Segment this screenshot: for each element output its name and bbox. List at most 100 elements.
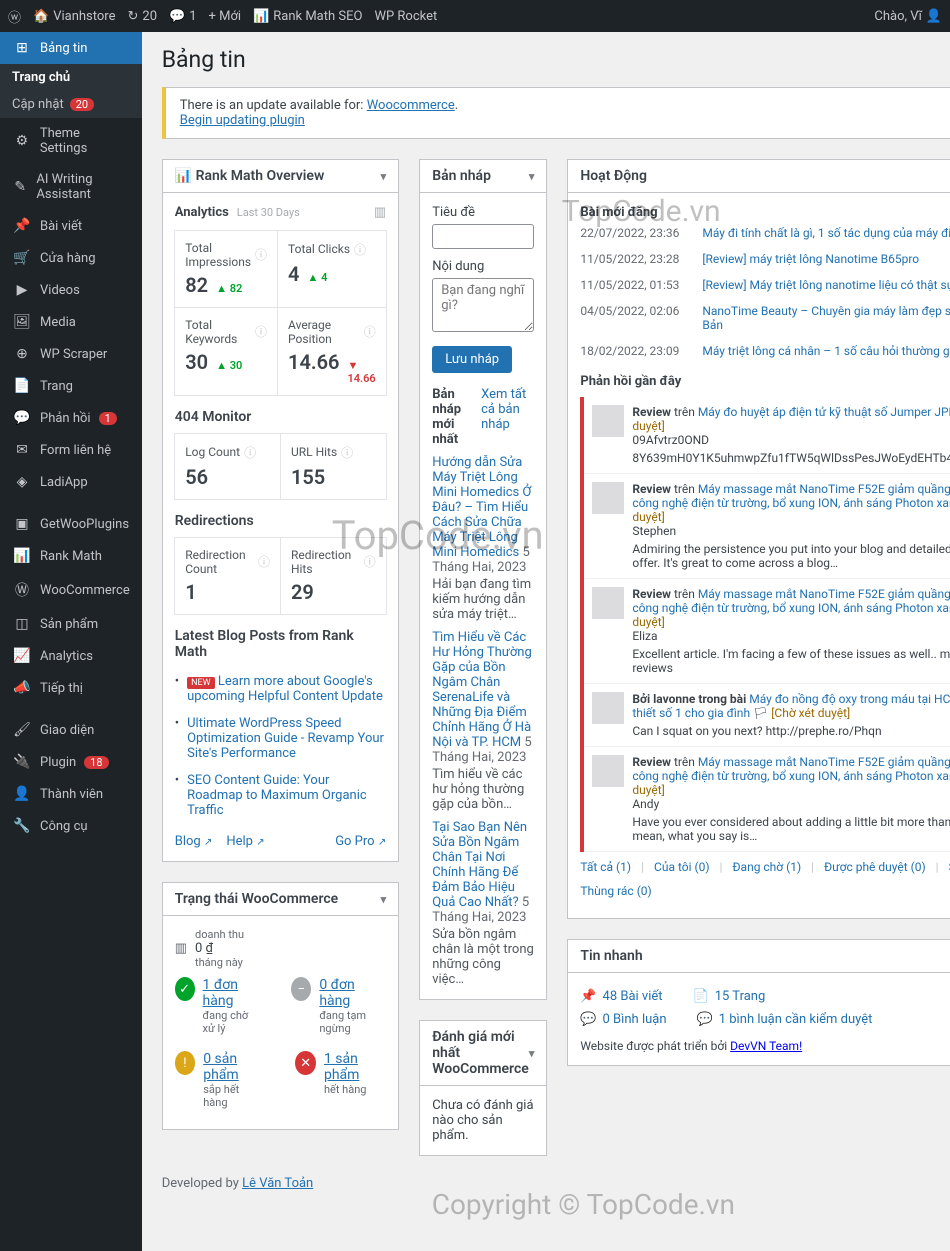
sidebar-item-woo[interactable]: ⓌWooCommerce xyxy=(0,572,142,608)
developer-link[interactable]: Lê Văn Toản xyxy=(242,1176,313,1191)
sidebar-item-shop[interactable]: 🛒Cửa hàng xyxy=(0,242,142,274)
sidebar-item-appearance[interactable]: 🖌Giao diện xyxy=(0,714,142,746)
bars-icon: ▥ xyxy=(374,205,386,220)
rankmath-panel-header[interactable]: 📊 Rank Math Overview▾ xyxy=(163,160,398,193)
sidebar-item-posts[interactable]: 📌Bài viết xyxy=(0,210,142,242)
draft-link[interactable]: Hướng dẫn Sửa Máy Triệt Lông Mini Homedi… xyxy=(432,455,531,560)
rm-blog-link[interactable]: Blog ↗ xyxy=(175,834,213,849)
comment-icon: 💬 xyxy=(12,410,32,426)
wc-processing-link[interactable]: 1 đơn hàng xyxy=(203,977,238,1009)
activity-header[interactable]: Hoạt Động▾ xyxy=(568,160,950,193)
view-all-drafts-link[interactable]: Xem tất cả bản nháp xyxy=(481,387,534,447)
sidebar-item-getwoo[interactable]: ▣GetWooPlugins xyxy=(0,508,142,540)
sidebar-item-videos[interactable]: ▶Videos xyxy=(0,274,142,306)
avatar xyxy=(592,692,624,724)
sidebar-item-plugins[interactable]: 🔌Plugin 18 xyxy=(0,746,142,778)
sidebar-item-analytics[interactable]: 📈Analytics xyxy=(0,640,142,672)
comment-icon: 💬 xyxy=(697,1012,713,1027)
sidebar-sub-home[interactable]: Trang chủ xyxy=(0,64,142,91)
draft-link[interactable]: Tại Sao Bạn Nên Sửa Bồn Ngâm Chân Tại Nơ… xyxy=(432,820,527,910)
avatar xyxy=(592,405,624,437)
quickdraft-panel: Bản nháp▾ Tiêu đề Nội dung Lưu nháp Bản … xyxy=(419,159,547,1000)
pin-icon: 📌 xyxy=(12,218,32,234)
sidebar-item-ai[interactable]: ✎AI Writing Assistant xyxy=(0,164,142,210)
notice-woo-link[interactable]: Woocommerce xyxy=(367,98,455,113)
minus-icon: − xyxy=(291,977,311,1001)
wp-logo[interactable]: ⓦ xyxy=(8,7,21,26)
blog-link[interactable]: Learn more about Google's upcoming Helpf… xyxy=(187,674,383,704)
devvn-link[interactable]: DevVN Team! xyxy=(730,1039,802,1053)
glance-pages[interactable]: 📄15 Trang xyxy=(693,989,766,1004)
rm-help-link[interactable]: Help ↗ xyxy=(226,834,264,849)
comment-filter[interactable]: Tất cả (1) xyxy=(580,860,631,874)
admin-topbar: ⓦ 🏠 Vianhstore ↻ 20 💬 1 + Mới 📊 Rank Mat… xyxy=(0,0,950,32)
page-icon: 📄 xyxy=(693,989,709,1004)
wc-lowstock-link[interactable]: 0 sản phẩm xyxy=(203,1051,238,1083)
media-icon: 🖼 xyxy=(12,314,32,330)
sidebar-item-ladi[interactable]: ◈LadiApp xyxy=(0,466,142,498)
sidebar-item-media[interactable]: 🖼Media xyxy=(0,306,142,338)
sidebar-item-comments[interactable]: 💬Phản hồi 1 xyxy=(0,402,142,434)
sidebar-item-scraper[interactable]: ⊕WP Scraper xyxy=(0,338,142,370)
activity-post-link[interactable]: [Review] Máy triệt lông nanotime liệu có… xyxy=(702,278,950,292)
comment-post-link[interactable]: Máy massage mắt NanoTime F52E giảm quầng… xyxy=(632,587,950,615)
wc-status-panel: Trạng thái WooCommerce▾ ▥ doanh thu 0 ₫ … xyxy=(162,882,399,1130)
wc-status-header[interactable]: Trạng thái WooCommerce▾ xyxy=(163,883,398,916)
rankmath-link[interactable]: 📊 Rank Math SEO xyxy=(253,9,362,24)
comment-post-link[interactable]: Máy massage mắt NanoTime F52E giảm quầng… xyxy=(632,482,950,510)
quickdraft-header[interactable]: Bản nháp▾ xyxy=(420,160,546,193)
comment-filter[interactable]: Thùng rác (0) xyxy=(580,884,651,898)
rm-pro-link[interactable]: Go Pro ↗ xyxy=(335,834,386,849)
user-greeting[interactable]: Chào, Vĩ 👤 xyxy=(874,9,942,24)
begin-update-link[interactable]: Begin updating plugin xyxy=(180,113,305,128)
comment-post-link[interactable]: Máy đo huyệt áp điện tử kỹ thuật số Jump… xyxy=(698,405,950,419)
bars-icon: ▥ xyxy=(175,941,187,956)
chevron-down-icon: ▾ xyxy=(381,170,387,183)
draft-link[interactable]: Tìm Hiểu về Các Hư Hỏng Thường Gặp của B… xyxy=(432,630,532,750)
comment-post-link[interactable]: Máy massage mắt NanoTime F52E giảm quầng… xyxy=(632,755,950,783)
activity-post-link[interactable]: [Review] máy triệt lông Nanotime B65pro xyxy=(702,252,919,266)
gear-icon: ⚙ xyxy=(12,133,32,149)
comment-filter[interactable]: Đang chờ (1) xyxy=(732,860,801,874)
wc-outstock-link[interactable]: 1 sản phẩm xyxy=(324,1051,359,1083)
glance-pending[interactable]: 💬1 bình luận cần kiểm duyệt xyxy=(697,1012,873,1027)
wc-reviews-header[interactable]: Đánh giá mới nhất WooCommerce▾ xyxy=(420,1021,546,1086)
sidebar-item-pages[interactable]: 📄Trang xyxy=(0,370,142,402)
wrench-icon: 🔧 xyxy=(12,818,32,834)
activity-post-link[interactable]: NanoTime Beauty – Chuyên gia máy làm đẹp… xyxy=(702,304,950,332)
sidebar-item-theme[interactable]: ⚙Theme Settings xyxy=(0,118,142,164)
sidebar-sub-updates[interactable]: Cập nhật 20 xyxy=(0,91,142,118)
activity-panel: Hoạt Động▾ Bài mới đăng 22/07/2022, 23:3… xyxy=(567,159,950,919)
page-title: Bảng tin xyxy=(162,32,950,87)
user-icon: 👤 xyxy=(12,786,32,802)
blog-link[interactable]: Ultimate WordPress Speed Optimization Gu… xyxy=(187,716,384,761)
draft-title-input[interactable] xyxy=(432,224,534,249)
wc-hold-link[interactable]: 0 đơn hàng xyxy=(319,977,354,1009)
sidebar-item-users[interactable]: 👤Thành viên xyxy=(0,778,142,810)
blog-link[interactable]: SEO Content Guide: Your Roadmap to Maxim… xyxy=(187,773,367,818)
pin-icon: 📌 xyxy=(580,989,596,1004)
glance-comments[interactable]: 💬0 Bình luận xyxy=(580,1012,666,1027)
comment-filter[interactable]: Của tôi (0) xyxy=(654,860,710,874)
warn-icon: ! xyxy=(175,1051,196,1075)
activity-post-link[interactable]: Máy triệt lông cá nhân – 1 số câu hỏi th… xyxy=(702,344,950,358)
glance-header[interactable]: Tin nhanh▾ xyxy=(568,940,950,973)
sidebar-item-marketing[interactable]: 📣Tiếp thị xyxy=(0,672,142,704)
save-draft-button[interactable]: Lưu nháp xyxy=(432,346,512,373)
glance-posts[interactable]: 📌48 Bài viết xyxy=(580,989,662,1004)
x-icon: ✕ xyxy=(295,1051,316,1075)
comment-filter[interactable]: Được phê duyệt (0) xyxy=(824,860,926,874)
wprocket-link[interactable]: WP Rocket xyxy=(374,9,437,24)
activity-post-link[interactable]: Máy đi tính chất là gì, 1 số tác dụng củ… xyxy=(702,226,950,240)
draft-content-input[interactable] xyxy=(432,278,534,332)
avatar xyxy=(592,587,624,619)
sidebar-item-products[interactable]: ◫Sản phẩm xyxy=(0,608,142,640)
site-link[interactable]: 🏠 Vianhstore xyxy=(33,9,115,24)
sidebar-item-tools[interactable]: 🔧Công cụ xyxy=(0,810,142,842)
comments-link[interactable]: 💬 1 xyxy=(169,9,197,24)
sidebar-item-dashboard[interactable]: ⊞Bảng tin xyxy=(0,32,142,64)
new-link[interactable]: + Mới xyxy=(209,9,242,24)
updates-link[interactable]: ↻ 20 xyxy=(127,9,157,24)
sidebar-item-forms[interactable]: ✉Form liên hệ xyxy=(0,434,142,466)
sidebar-item-rankmath[interactable]: 📊Rank Math xyxy=(0,540,142,572)
